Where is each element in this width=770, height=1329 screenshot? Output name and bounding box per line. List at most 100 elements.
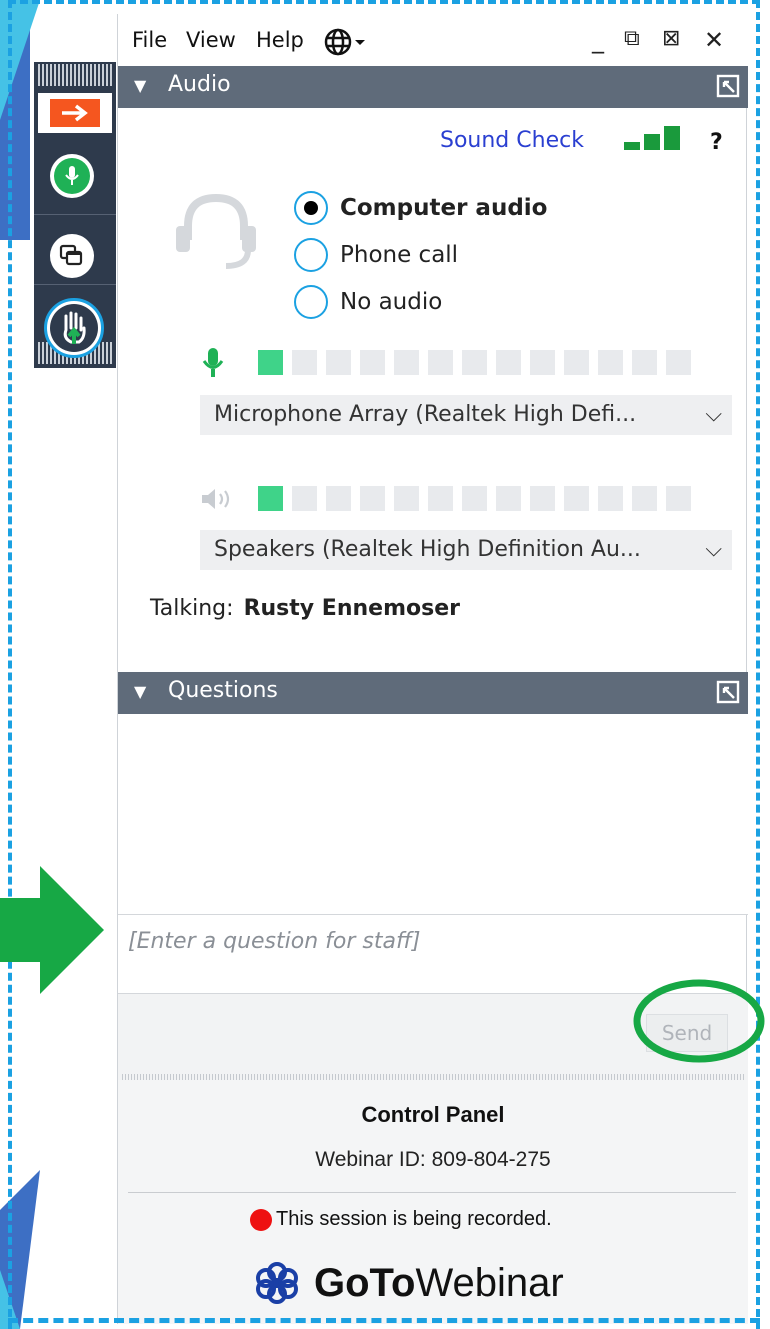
questions-header-title: Questions xyxy=(168,678,278,703)
recording-text: This session is being recorded. xyxy=(276,1208,552,1230)
speaker-level-icon xyxy=(202,489,230,509)
popout-section-icon[interactable] xyxy=(716,74,740,98)
audio-section-header[interactable]: ▼ Audio xyxy=(118,66,748,108)
collapse-panel-button[interactable] xyxy=(38,93,112,133)
audio-option-computer[interactable]: Computer audio xyxy=(294,190,547,226)
chevron-down-icon: ⌵ xyxy=(705,537,722,562)
close-button[interactable]: ✕ xyxy=(704,26,724,54)
level-segment xyxy=(496,350,521,375)
level-segment xyxy=(258,486,283,511)
screens-icon xyxy=(59,244,83,266)
popout-button[interactable]: ⧉ xyxy=(624,26,640,51)
menu-bar: File View Help _ ⧉ ⊠ ✕ xyxy=(118,14,748,66)
collapse-triangle-icon: ▼ xyxy=(134,76,147,95)
talking-label: Talking: xyxy=(150,596,234,621)
signal-strength-icon xyxy=(624,126,680,150)
level-segment xyxy=(496,486,521,511)
level-segment xyxy=(462,486,487,511)
microphone-level-icon xyxy=(202,348,224,377)
speaker-device-label: Speakers (Realtek High Definition Au... xyxy=(214,537,641,562)
audio-help-icon[interactable]: ? xyxy=(710,130,723,155)
level-segment xyxy=(632,350,657,375)
gotowebinar-flower-icon xyxy=(256,1262,298,1304)
arrow-right-icon xyxy=(62,104,88,122)
chevron-down-icon: ⌵ xyxy=(705,402,722,427)
headset-icon xyxy=(176,193,256,269)
gotowebinar-logo: GoTo Webinar xyxy=(254,1260,564,1306)
mic-toggle-button[interactable] xyxy=(50,154,94,198)
brand-webinar: Webinar xyxy=(415,1260,564,1305)
sound-check-link[interactable]: Sound Check xyxy=(440,128,584,153)
level-segment xyxy=(394,486,419,511)
option-label: No audio xyxy=(340,289,443,315)
radio-button[interactable] xyxy=(294,285,328,319)
option-label: Computer audio xyxy=(340,195,548,221)
microphone-level-meter xyxy=(258,350,691,375)
level-segment xyxy=(360,486,385,511)
menu-file[interactable]: File xyxy=(132,28,167,52)
maximize-button[interactable]: ⊠ xyxy=(662,26,680,51)
annotation-green-circle xyxy=(633,979,765,1063)
annotation-dashed-border-top xyxy=(8,0,760,4)
level-segment xyxy=(428,486,453,511)
toolbar-separator xyxy=(34,214,116,215)
talking-name: Rusty Ennemoser xyxy=(243,596,460,621)
level-segment xyxy=(530,486,555,511)
collapse-triangle-icon: ▼ xyxy=(134,682,147,701)
level-segment xyxy=(360,350,385,375)
annotation-dashed-border-right xyxy=(756,0,760,1329)
level-segment xyxy=(326,486,351,511)
control-panel-window: File View Help _ ⧉ ⊠ ✕ ▼ Audio Sound Che… xyxy=(117,14,748,1324)
level-segment xyxy=(598,486,623,511)
brand-goto: GoTo xyxy=(314,1260,416,1305)
questions-section-header[interactable]: ▼ Questions xyxy=(118,672,748,714)
radio-button[interactable] xyxy=(294,191,328,225)
level-segment xyxy=(292,486,317,511)
annotation-dashed-border-left xyxy=(8,0,12,1329)
minimize-button[interactable]: _ xyxy=(592,26,604,54)
raise-hand-button[interactable] xyxy=(44,298,104,358)
raise-hand-icon xyxy=(63,311,86,344)
language-globe-button[interactable] xyxy=(324,28,366,56)
level-segment xyxy=(462,350,487,375)
questions-log xyxy=(118,714,748,914)
level-segment xyxy=(666,350,691,375)
level-segment xyxy=(292,350,317,375)
level-segment xyxy=(530,350,555,375)
toolbar-separator xyxy=(34,284,116,285)
webinar-id: Webinar ID: 809-804-275 xyxy=(315,1148,551,1171)
radio-button[interactable] xyxy=(294,238,328,272)
screen-share-button[interactable] xyxy=(50,234,94,278)
level-segment xyxy=(598,350,623,375)
annotation-blue-arrow-bottom xyxy=(0,1170,40,1329)
recording-notice: This session is being recorded. xyxy=(250,1208,552,1231)
menu-help[interactable]: Help xyxy=(256,28,304,52)
chevron-down-icon xyxy=(355,40,365,45)
speaker-level-meter xyxy=(258,486,691,511)
audio-header-title: Audio xyxy=(168,72,231,97)
annotation-green-arrow xyxy=(0,866,104,994)
level-segment xyxy=(326,350,351,375)
level-segment xyxy=(394,350,419,375)
audio-option-phone[interactable]: Phone call xyxy=(294,237,458,273)
footer-divider xyxy=(128,1192,736,1193)
recording-dot-icon xyxy=(250,1208,272,1231)
microphone-select[interactable]: Microphone Array (Realtek High Defi... ⌵ xyxy=(200,395,732,435)
level-segment xyxy=(258,350,283,375)
toolbar-grip-top[interactable] xyxy=(38,64,112,86)
globe-icon xyxy=(324,28,352,56)
control-panel-title: Control Panel xyxy=(361,1102,505,1127)
level-segment xyxy=(666,486,691,511)
speaker-select[interactable]: Speakers (Realtek High Definition Au... … xyxy=(200,530,732,570)
level-segment xyxy=(564,350,589,375)
menu-view[interactable]: View xyxy=(186,28,236,52)
microphone-device-label: Microphone Array (Realtek High Defi... xyxy=(214,402,637,427)
talking-indicator: Talking: Rusty Ennemoser xyxy=(150,596,460,621)
level-segment xyxy=(428,350,453,375)
option-label: Phone call xyxy=(340,242,459,268)
level-segment xyxy=(632,486,657,511)
level-segment xyxy=(564,486,589,511)
popout-section-icon[interactable] xyxy=(716,680,740,704)
annotation-dashed-border-bottom xyxy=(8,1318,760,1323)
audio-option-none[interactable]: No audio xyxy=(294,284,442,320)
